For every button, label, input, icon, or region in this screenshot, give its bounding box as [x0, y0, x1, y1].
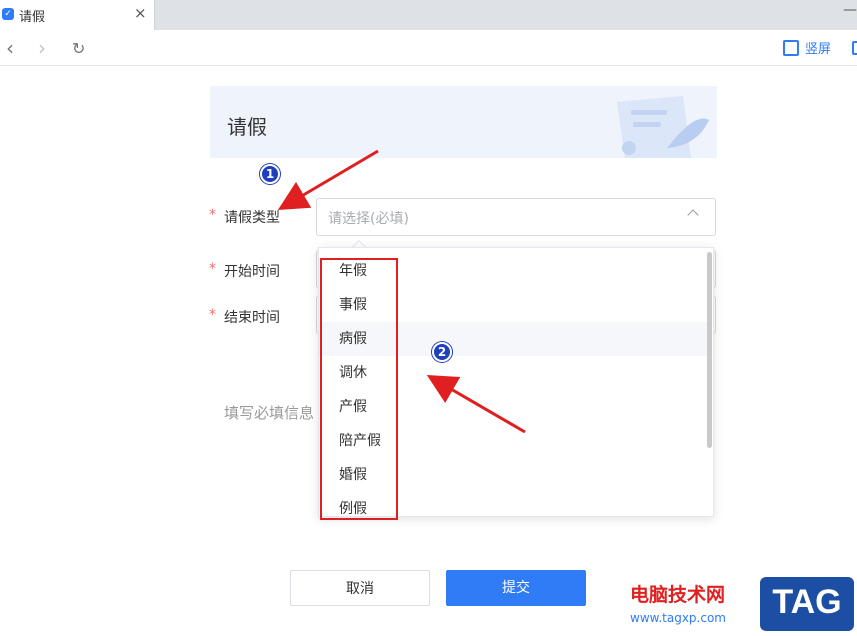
watermark-logo: TAG	[760, 577, 854, 631]
watermark-url: www.tagxp.com	[630, 611, 726, 625]
cancel-button[interactable]: 取消	[290, 570, 430, 606]
annotation-badge: 2	[432, 342, 452, 362]
annotation-arrows	[277, 149, 526, 434]
watermark-logo-text: TAG	[772, 583, 842, 621]
annotation-arrow	[277, 149, 379, 211]
watermark-site-name: 电脑技术网	[630, 584, 726, 606]
submit-button[interactable]: 提交	[446, 570, 586, 606]
annotation-arrow	[426, 374, 526, 434]
annotation-badge: 1	[260, 164, 280, 184]
